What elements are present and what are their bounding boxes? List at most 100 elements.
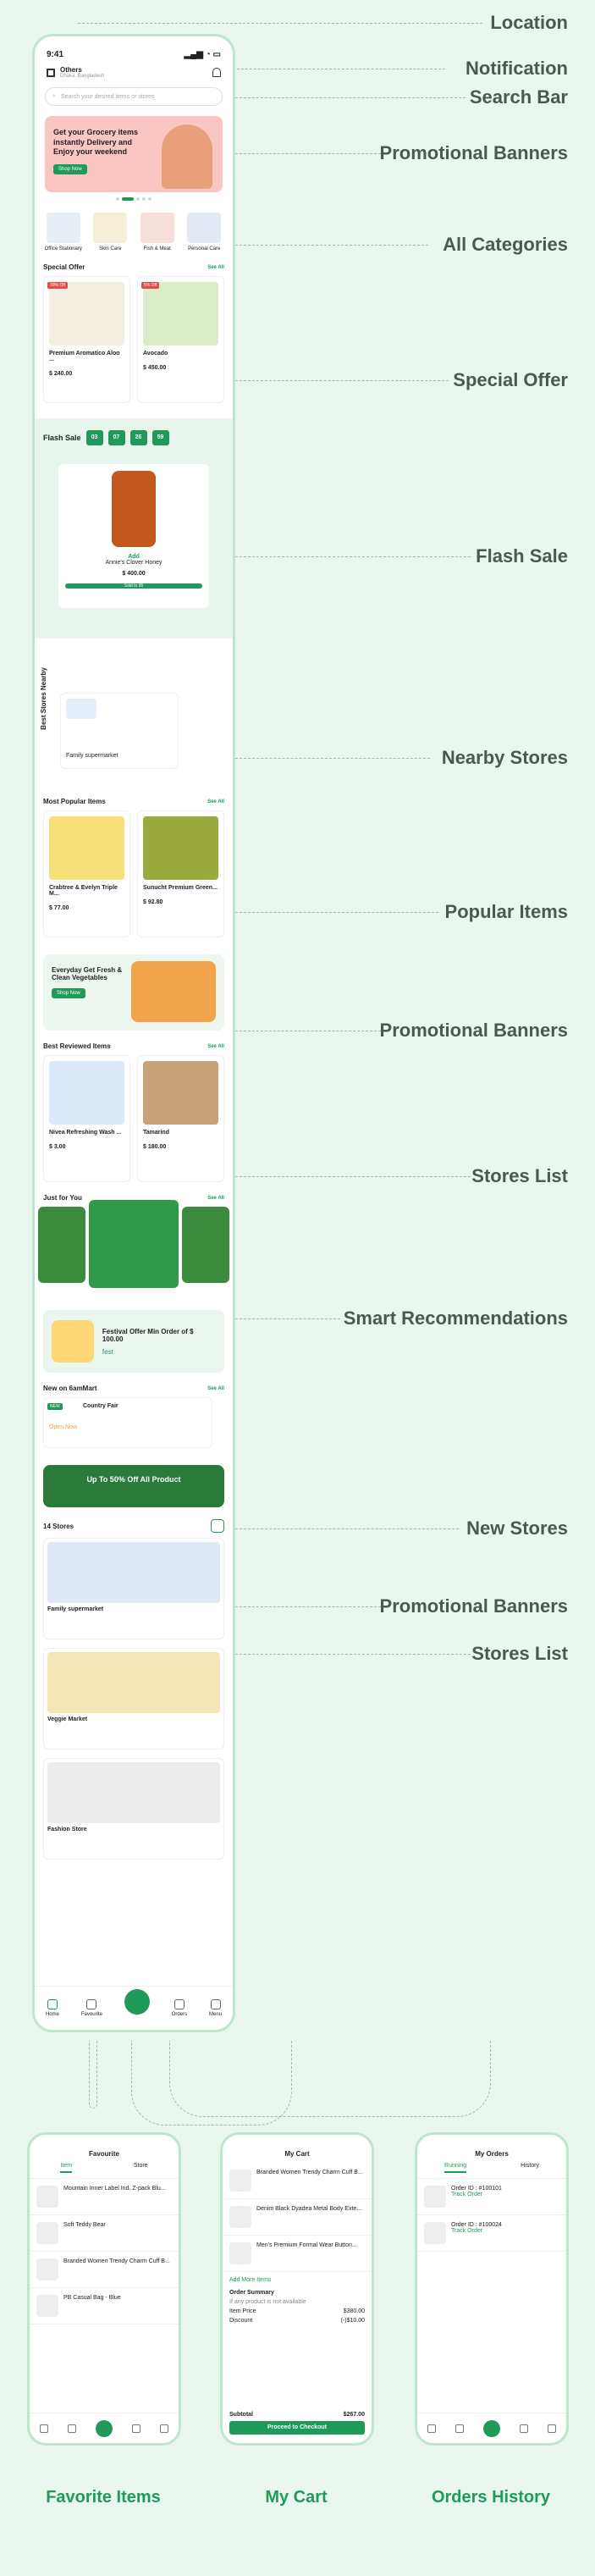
search-icon: ⌕: [52, 93, 56, 99]
recommendation-carousel: [35, 1200, 233, 1288]
store-card[interactable]: Veggie Market: [43, 1648, 224, 1750]
location-subtitle: Dhaka, Bangladesh: [60, 74, 105, 79]
store-card[interactable]: Family supermarket: [43, 1538, 224, 1639]
cart-row[interactable]: Men's Premium Formal Wear Button...: [223, 2236, 372, 2272]
category-item[interactable]: Skin Care: [91, 213, 131, 252]
flash-product-price: $ 400.00: [122, 571, 146, 577]
new-store-card[interactable]: NEW Country Fair Open Now: [43, 1397, 212, 1448]
guide-line: [235, 380, 449, 381]
vegetable-banner[interactable]: Everyday Get Fresh & Clean Vegetables Sh…: [43, 954, 224, 1031]
cart-row[interactable]: Branded Women Trendy Charm Cuff B...: [223, 2163, 372, 2199]
see-all-link[interactable]: See All: [207, 265, 224, 270]
favourite-row[interactable]: Branded Women Trendy Charm Cuff B...: [30, 2252, 179, 2288]
product-card[interactable]: Crabtree & Evelyn Triple M... $ 77.00: [43, 810, 130, 937]
annotation-all-categories: All Categories: [443, 234, 568, 255]
cart-icon: [124, 1988, 150, 2015]
recommendation-card[interactable]: [38, 1207, 86, 1283]
cart-row[interactable]: Denim Black Dyadea Metal Body Exte...: [223, 2199, 372, 2236]
guide-line: [235, 1528, 459, 1529]
checkout-button[interactable]: Proceed to Checkout: [229, 2421, 365, 2435]
reviewed-cards: Nivea Refreshing Wash ... $ 3.00 Tamarin…: [35, 1055, 233, 1182]
product-name: Sunucht Premium Green...: [143, 885, 218, 891]
product-card[interactable]: 5% Off Avocado $ 450.00: [137, 276, 224, 403]
tab-item[interactable]: Item: [60, 2163, 73, 2173]
location-bar[interactable]: Others Dhaka, Bangladesh: [35, 59, 233, 79]
festival-offer-card[interactable]: Festival Offer Min Order of $ 100.00 fes…: [43, 1310, 224, 1373]
see-all-link[interactable]: See All: [207, 1386, 224, 1391]
see-all-link[interactable]: See All: [207, 1196, 224, 1201]
recommendation-card[interactable]: [181, 1207, 230, 1283]
annotation-promotional-banners-3: Promotional Banners: [379, 1595, 568, 1617]
nearby-stores-section: Best Stores Nearby Family supermarket: [35, 659, 233, 786]
shop-now-button[interactable]: Shop Now: [53, 164, 87, 175]
cart-screen: My Cart Branded Women Trendy Charm Cuff …: [220, 2132, 374, 2446]
product-card[interactable]: 30% Off Premium Aromatico Aloo ... $ 240…: [43, 276, 130, 403]
category-item[interactable]: Office Stationary: [43, 213, 84, 252]
reviewed-header: Best Reviewed Items See All: [35, 1031, 233, 1055]
mini-bottom-nav: [30, 2413, 179, 2443]
flash-sale-section: Flash Sale 03 07 26 59 Add Annie's Clove…: [35, 418, 233, 638]
discount-banner[interactable]: Up To 50% Off All Product: [43, 1465, 224, 1507]
guide-line: [227, 97, 466, 98]
guide-line: [235, 1318, 340, 1319]
store-card[interactable]: Family supermarket: [60, 693, 179, 769]
nav-orders[interactable]: Orders: [172, 1999, 187, 2017]
home-icon: [47, 1999, 58, 2009]
menu-grid-icon[interactable]: [47, 68, 55, 77]
favourite-title: Favourite: [88, 2150, 119, 2158]
new-badge: NEW: [47, 1403, 63, 1410]
caption-favourite: Favorite Items: [46, 2488, 161, 2507]
discount-badge: 30% Off: [47, 282, 68, 289]
product-card[interactable]: Sunucht Premium Green... $ 92.80: [137, 810, 224, 937]
unavailable-select[interactable]: If any product is not available: [223, 2297, 372, 2307]
special-offer-header: Special Offer See All: [35, 252, 233, 276]
add-more-link[interactable]: Add More Items: [223, 2272, 372, 2288]
guide-line: [235, 1176, 471, 1177]
product-name: Avocado: [143, 351, 168, 357]
promo-banner[interactable]: Get your Grocery items instantly Deliver…: [45, 116, 223, 192]
new-store-name: Country Fair: [83, 1403, 118, 1409]
store-card[interactable]: Fashion Store: [43, 1758, 224, 1860]
new-on-title: New on 6amMart: [43, 1385, 97, 1392]
product-card[interactable]: Nivea Refreshing Wash ... $ 3.00: [43, 1055, 130, 1182]
see-all-link[interactable]: See All: [207, 799, 224, 804]
tab-running[interactable]: Running: [444, 2163, 467, 2173]
product-card[interactable]: Tamarind $ 180.00: [137, 1055, 224, 1182]
add-button[interactable]: Add: [65, 554, 202, 560]
nav-menu[interactable]: Menu: [209, 1999, 222, 2017]
special-offer-cards: 30% Off Premium Aromatico Aloo ... $ 240…: [35, 276, 233, 403]
recommendation-card[interactable]: [89, 1200, 179, 1288]
guide-line: [78, 23, 482, 24]
guide-line: [235, 1654, 471, 1655]
promo-banner-title: Get your Grocery items instantly Deliver…: [53, 128, 139, 157]
notification-bell-icon[interactable]: [212, 68, 221, 77]
order-row[interactable]: Order ID : #100101 Track Order: [417, 2179, 566, 2215]
special-offer-title: Special Offer: [43, 263, 85, 271]
popular-cards: Crabtree & Evelyn Triple M... $ 77.00 Su…: [35, 810, 233, 937]
category-item[interactable]: Fish & Meat: [137, 213, 178, 252]
see-all-link[interactable]: See All: [207, 1044, 224, 1049]
product-name: Tamarind: [143, 1130, 169, 1136]
shop-now-button[interactable]: Shop Now: [52, 988, 85, 998]
flash-product-card[interactable]: Add Annie's Clover Honey $ 400.00 Sold t…: [58, 464, 209, 608]
favourite-row[interactable]: PB Casual Bag - Blue: [30, 2288, 179, 2324]
open-now-label: Open Now: [49, 1424, 78, 1430]
stores-header: 14 Stores: [35, 1507, 233, 1538]
flash-sale-title: Flash Sale: [43, 434, 81, 442]
tab-history[interactable]: History: [521, 2163, 539, 2173]
tab-store[interactable]: Store: [134, 2163, 148, 2173]
product-name: Nivea Refreshing Wash ...: [49, 1130, 122, 1136]
filter-icon[interactable]: [211, 1519, 224, 1533]
location-title: Others: [60, 66, 82, 74]
favourite-row[interactable]: Mountain Inner Label Ind. Z-pack Blu...: [30, 2179, 179, 2215]
search-bar[interactable]: ⌕ Search your desired items or stores: [45, 87, 223, 106]
order-row[interactable]: Order ID : #100024 Track Order: [417, 2215, 566, 2252]
nav-cart[interactable]: [124, 1988, 150, 2015]
annotation-stores-list: Stores List: [471, 1165, 568, 1186]
favourite-row[interactable]: Soft Teddy Bear: [30, 2215, 179, 2252]
menu-icon: [210, 1999, 221, 2009]
category-item[interactable]: Personal Care: [185, 213, 225, 252]
orders-title: My Orders: [475, 2150, 509, 2158]
nav-favourite[interactable]: Favourite: [81, 1999, 102, 2017]
nav-home[interactable]: Home: [46, 1999, 59, 2017]
